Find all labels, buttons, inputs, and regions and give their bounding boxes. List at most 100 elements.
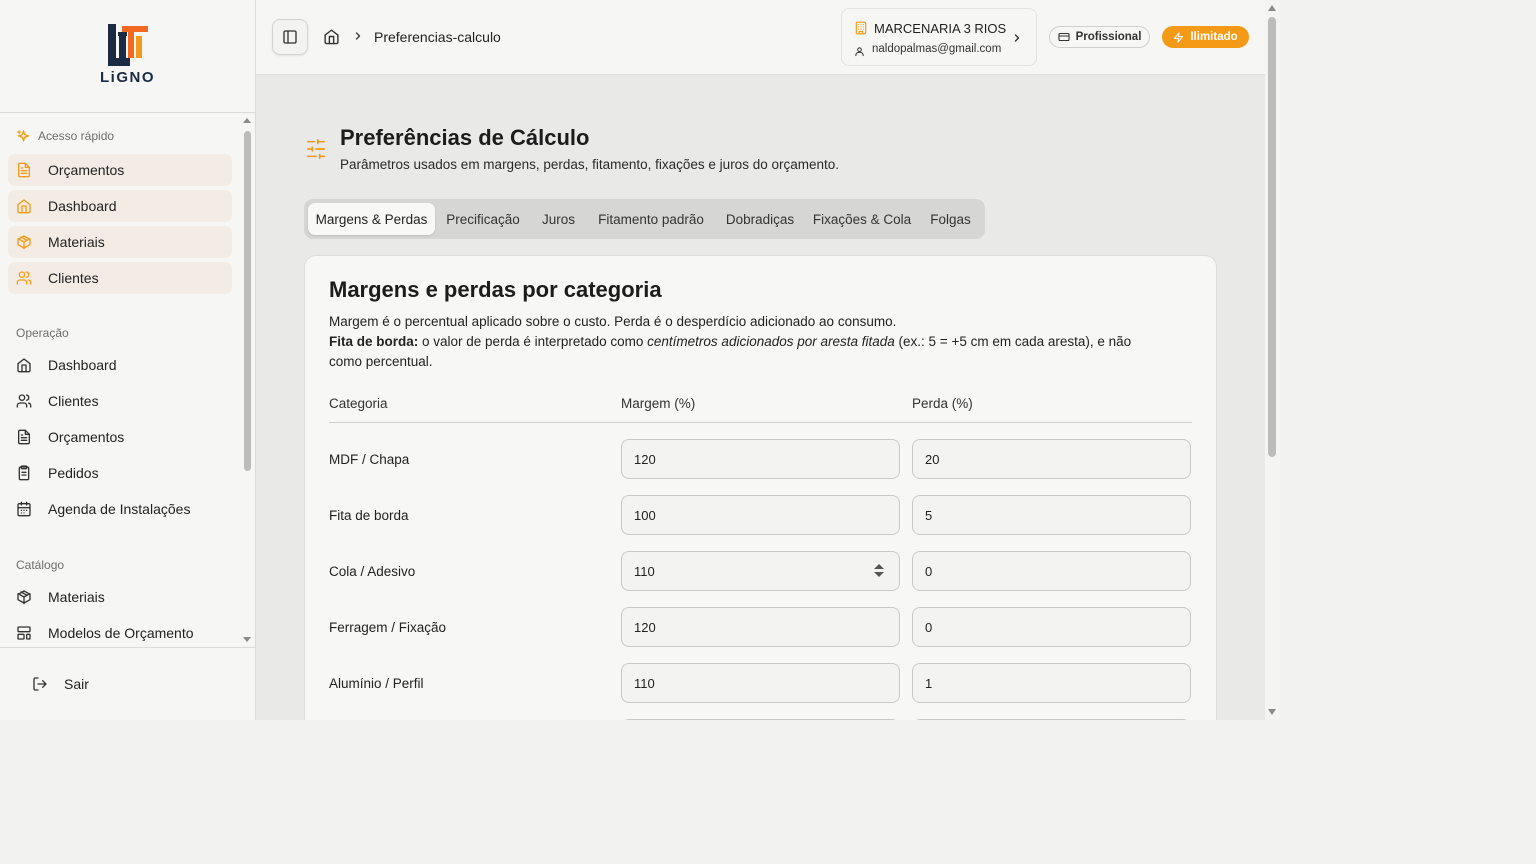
column-header-margin: Margem (%) xyxy=(621,396,696,411)
quick-item-label: Orçamentos xyxy=(48,162,125,178)
panel-left-icon xyxy=(282,29,298,45)
row-label-aluminio: Alumínio / Perfil xyxy=(329,676,424,691)
file-text-icon xyxy=(16,162,32,178)
plan-label: Profissional xyxy=(1075,31,1142,43)
zap-icon xyxy=(1173,31,1184,43)
chevron-right-icon xyxy=(352,29,364,48)
tab-fitamento-padrao[interactable]: Fitamento padrão xyxy=(588,203,714,235)
sidebar-item-orcamentos[interactable]: Orçamentos xyxy=(8,421,232,453)
log-out-icon xyxy=(32,676,48,692)
users-icon xyxy=(16,393,32,409)
top-header: Preferencias-calculo MARCENARIA 3 RIOS n… xyxy=(256,0,1265,75)
header-divider xyxy=(329,422,1192,423)
tab-margens-perdas[interactable]: Margens & Perdas xyxy=(308,203,435,235)
margin-input-fita[interactable] xyxy=(621,495,900,535)
column-header-category: Categoria xyxy=(329,396,388,411)
sidebar-scrollbar[interactable] xyxy=(241,114,255,646)
margin-input-ferragem[interactable] xyxy=(621,607,900,647)
margin-input-aluminio[interactable] xyxy=(621,663,900,703)
main-scrollbar[interactable] xyxy=(1265,0,1280,720)
card-description: Margem é o percentual aplicado sobre o c… xyxy=(329,312,1159,372)
loss-input-ferragem[interactable] xyxy=(912,607,1191,647)
tab-dobradicas[interactable]: Dobradiças xyxy=(717,203,803,235)
app-window: LiGNO Acesso rápido Orçamentos Dashboard xyxy=(0,0,1280,720)
quick-item-label: Dashboard xyxy=(48,198,117,214)
operation-label: Operação xyxy=(16,326,69,340)
scroll-down-arrow-icon[interactable] xyxy=(1268,709,1276,715)
calendar-icon xyxy=(16,501,32,517)
quick-item-label: Clientes xyxy=(48,270,99,286)
sidebar-scroll-thumb[interactable] xyxy=(244,131,251,471)
file-text-icon xyxy=(16,429,32,445)
tab-precificacao[interactable]: Precificação xyxy=(437,203,529,235)
sidebar-item-pedidos[interactable]: Pedidos xyxy=(8,457,232,489)
company-switcher[interactable]: MARCENARIA 3 RIOS naldopalmas@gmail.com xyxy=(841,8,1037,66)
operation-section-header: Operação xyxy=(0,325,240,341)
column-header-loss: Perda (%) xyxy=(912,396,973,411)
sidebar-toggle-button[interactable] xyxy=(272,19,308,55)
scroll-up-arrow-icon[interactable] xyxy=(243,118,251,123)
quick-item-dashboard[interactable]: Dashboard xyxy=(8,190,232,222)
chevron-right-icon xyxy=(1011,31,1023,50)
quick-item-label: Materiais xyxy=(48,234,105,250)
logout-label: Sair xyxy=(64,676,89,692)
home-icon xyxy=(16,357,32,373)
quick-item-orcamentos[interactable]: Orçamentos xyxy=(8,154,232,186)
quick-item-clientes[interactable]: Clientes xyxy=(8,262,232,294)
plan-badge[interactable]: Profissional xyxy=(1049,26,1150,48)
sidebar-item-materiais[interactable]: Materiais xyxy=(8,581,232,613)
layout-template-icon xyxy=(16,625,32,641)
loss-input-fita[interactable] xyxy=(912,495,1191,535)
card-desc-line1: Margem é o percentual aplicado sobre o c… xyxy=(329,314,897,329)
sidebar-item-label: Orçamentos xyxy=(48,429,125,445)
user-icon xyxy=(854,44,865,62)
ligno-logo-icon xyxy=(106,22,150,68)
margin-input-next[interactable] xyxy=(621,719,900,720)
credit-card-icon xyxy=(1058,31,1070,43)
loss-input-cola[interactable] xyxy=(912,551,1191,591)
company-name: MARCENARIA 3 RIOS xyxy=(874,21,1007,36)
loss-input-aluminio[interactable] xyxy=(912,663,1191,703)
loss-input-mdf[interactable] xyxy=(912,439,1191,479)
sidebar-item-modelos[interactable]: Modelos de Orçamento xyxy=(8,617,232,646)
sidebar-item-clientes[interactable]: Clientes xyxy=(8,385,232,417)
sidebar-item-agenda[interactable]: Agenda de Instalações xyxy=(8,493,232,525)
number-spinner-icon[interactable] xyxy=(874,563,884,579)
sidebar-footer: Sair xyxy=(0,647,256,720)
sidebar-item-dashboard[interactable]: Dashboard xyxy=(8,349,232,381)
logo-text: LiGNO xyxy=(100,69,155,86)
quick-item-materiais[interactable]: Materiais xyxy=(8,226,232,258)
card-desc-line2: Fita de borda: o valor de perda é interp… xyxy=(329,332,1159,372)
sidebar-item-label: Dashboard xyxy=(48,357,117,373)
company-email: naldopalmas@gmail.com xyxy=(872,43,1002,55)
tab-list: Margens & Perdas Precificação Juros Fita… xyxy=(304,199,985,239)
sidebar-item-label: Modelos de Orçamento xyxy=(48,625,194,641)
loss-input-next[interactable] xyxy=(912,719,1191,720)
breadcrumb-home-icon[interactable] xyxy=(323,28,340,50)
tab-juros[interactable]: Juros xyxy=(532,203,585,235)
logout-button[interactable]: Sair xyxy=(24,668,89,700)
package-icon xyxy=(16,234,32,250)
scroll-up-arrow-icon[interactable] xyxy=(1268,5,1276,11)
tab-fixacoes-cola[interactable]: Fixações & Cola xyxy=(806,203,918,235)
users-icon xyxy=(16,270,32,286)
unlimited-label: Ilimitado xyxy=(1190,31,1238,43)
logo[interactable]: LiGNO xyxy=(0,0,255,113)
sidebar-item-label: Clientes xyxy=(48,393,99,409)
margin-input-mdf[interactable] xyxy=(621,439,900,479)
catalog-section-header: Catálogo xyxy=(0,557,240,573)
sidebar: LiGNO Acesso rápido Orçamentos Dashboard xyxy=(0,0,256,720)
tab-folgas[interactable]: Folgas xyxy=(921,203,980,235)
sidebar-item-label: Pedidos xyxy=(48,465,99,481)
row-label-fita: Fita de borda xyxy=(329,508,409,523)
scroll-down-arrow-icon[interactable] xyxy=(243,637,251,642)
home-icon xyxy=(16,198,32,214)
catalog-label: Catálogo xyxy=(16,558,65,572)
sliders-horizontal-icon xyxy=(305,137,327,166)
row-label-ferragem: Ferragem / Fixação xyxy=(329,620,447,635)
main-scroll-thumb[interactable] xyxy=(1268,17,1276,457)
unlimited-badge[interactable]: Ilimitado xyxy=(1162,26,1249,48)
margin-input-cola[interactable] xyxy=(621,551,900,591)
clipboard-icon xyxy=(16,465,32,481)
card-title: Margens e perdas por categoria xyxy=(329,277,662,302)
